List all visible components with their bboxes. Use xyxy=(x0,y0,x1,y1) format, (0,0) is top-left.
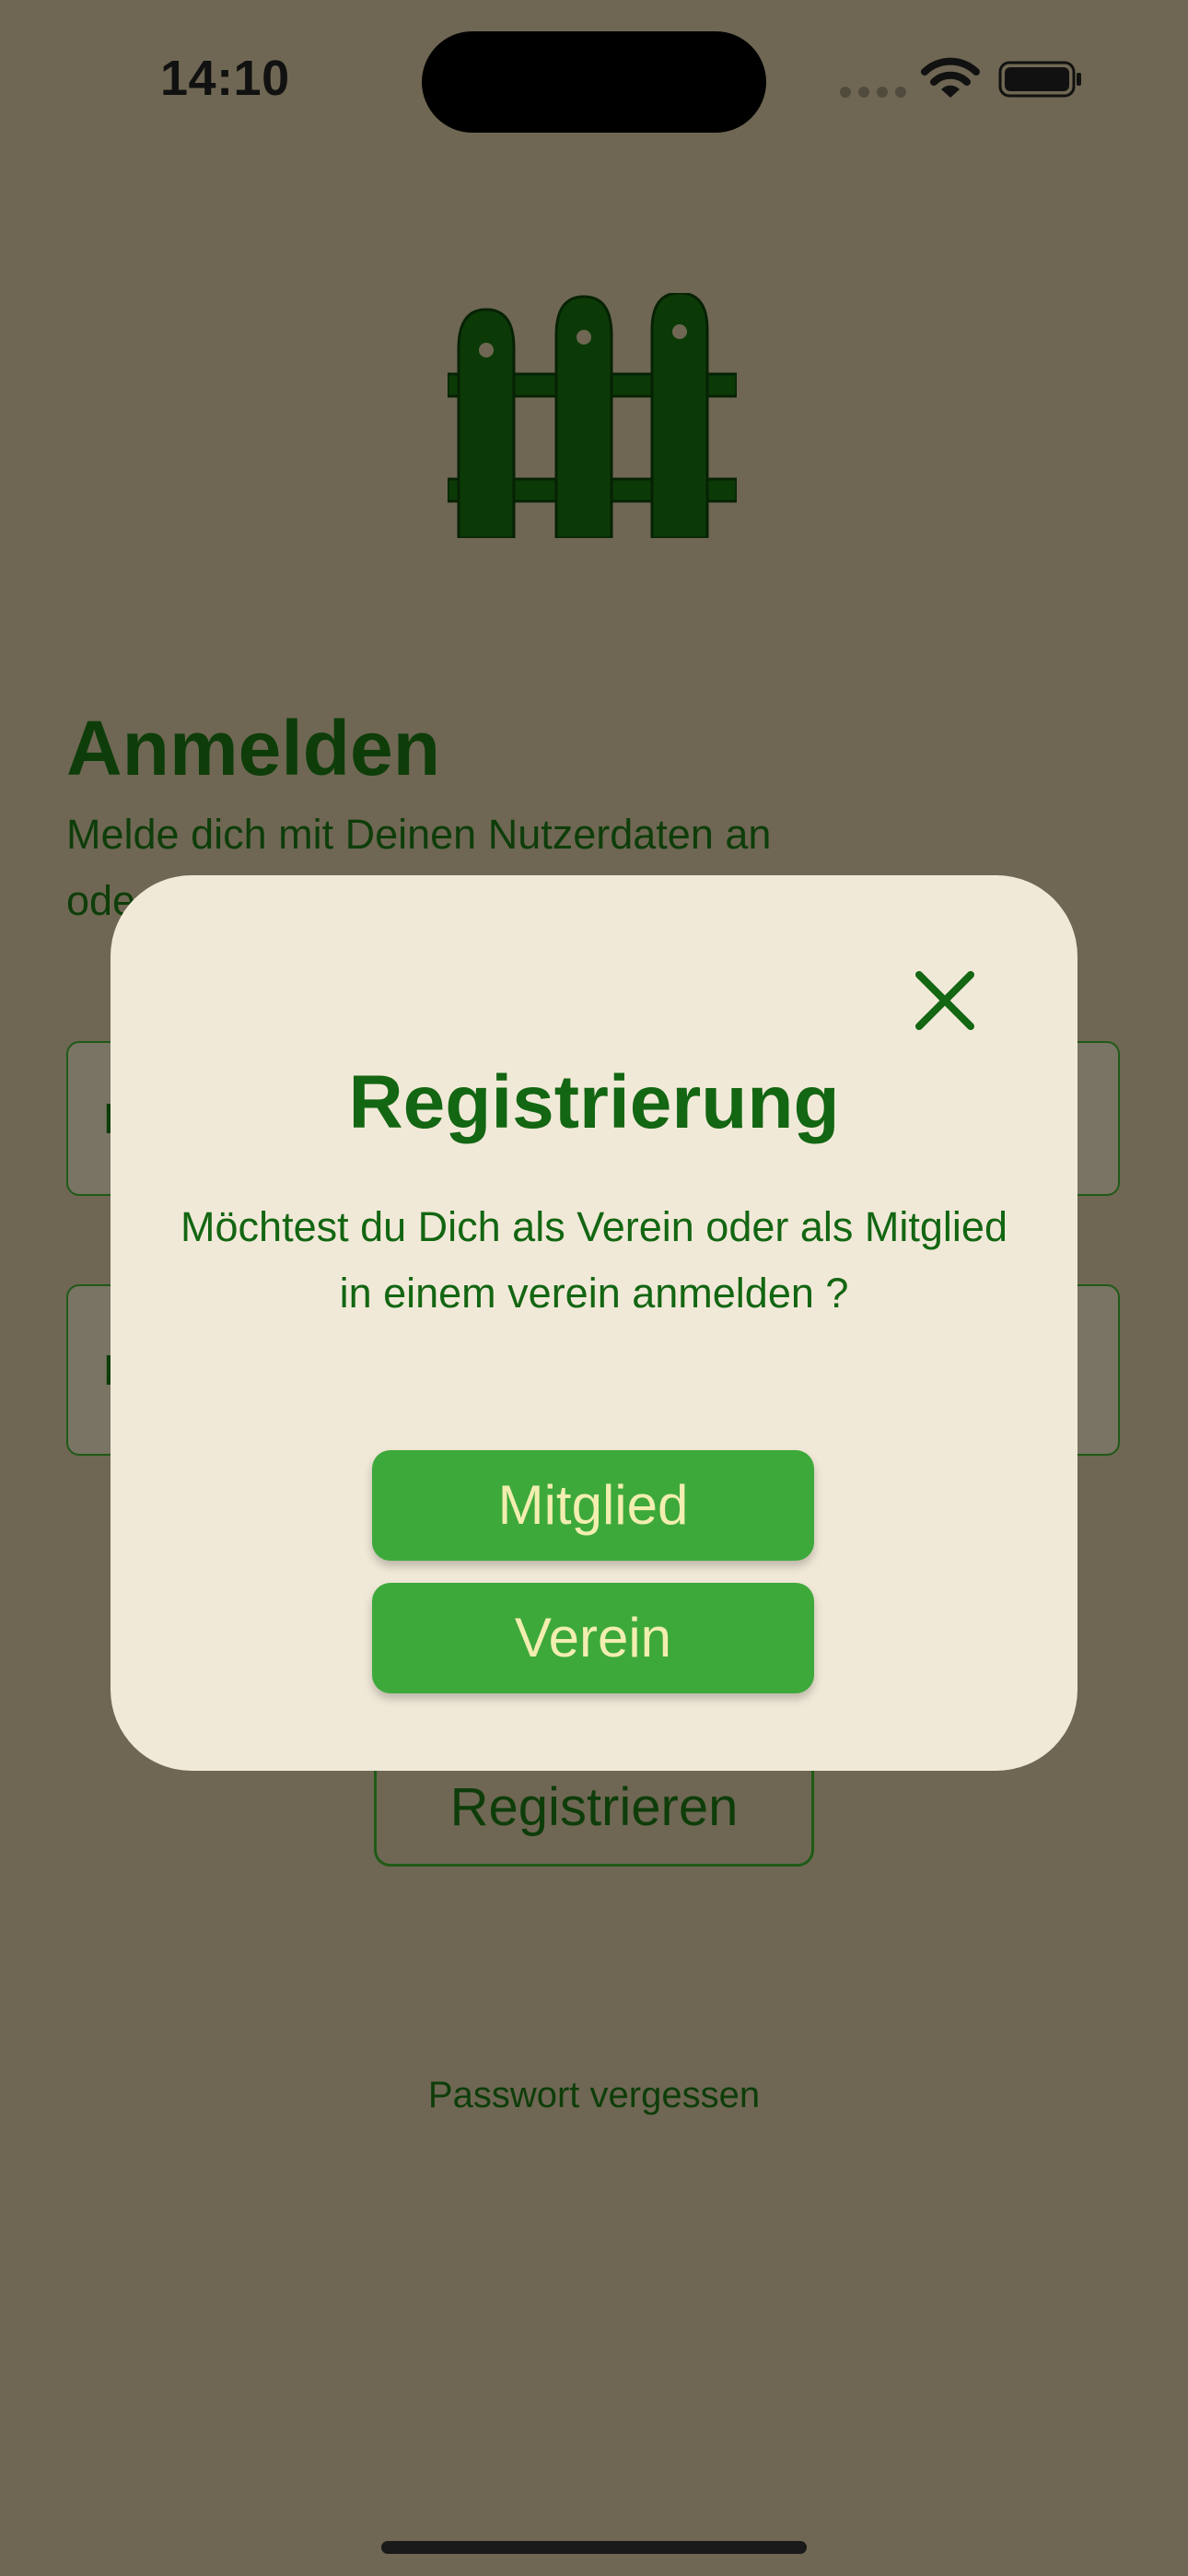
dynamic-island xyxy=(422,31,766,133)
wifi-icon xyxy=(921,57,980,98)
home-indicator[interactable] xyxy=(381,2541,807,2554)
cellular-signal-icon xyxy=(840,87,906,98)
fence-icon xyxy=(448,293,737,538)
club-button[interactable]: Verein xyxy=(372,1583,814,1693)
close-icon[interactable] xyxy=(901,956,989,1045)
modal-title: Registrierung xyxy=(348,1060,840,1144)
registration-modal: Registrierung Möchtest du Dich als Verei… xyxy=(111,875,1077,1771)
login-subtitle-line1: Melde dich mit Deinen Nutzerdaten an xyxy=(66,811,772,858)
login-title: Anmelden xyxy=(66,705,441,791)
member-button[interactable]: Mitglied xyxy=(372,1450,814,1561)
status-time: 14:10 xyxy=(160,51,290,106)
forgot-password-link[interactable]: Passwort vergessen xyxy=(0,2075,1188,2116)
battery-icon xyxy=(998,61,1081,98)
modal-question: Möchtest du Dich als Verein oder als Mit… xyxy=(181,1203,1007,1317)
